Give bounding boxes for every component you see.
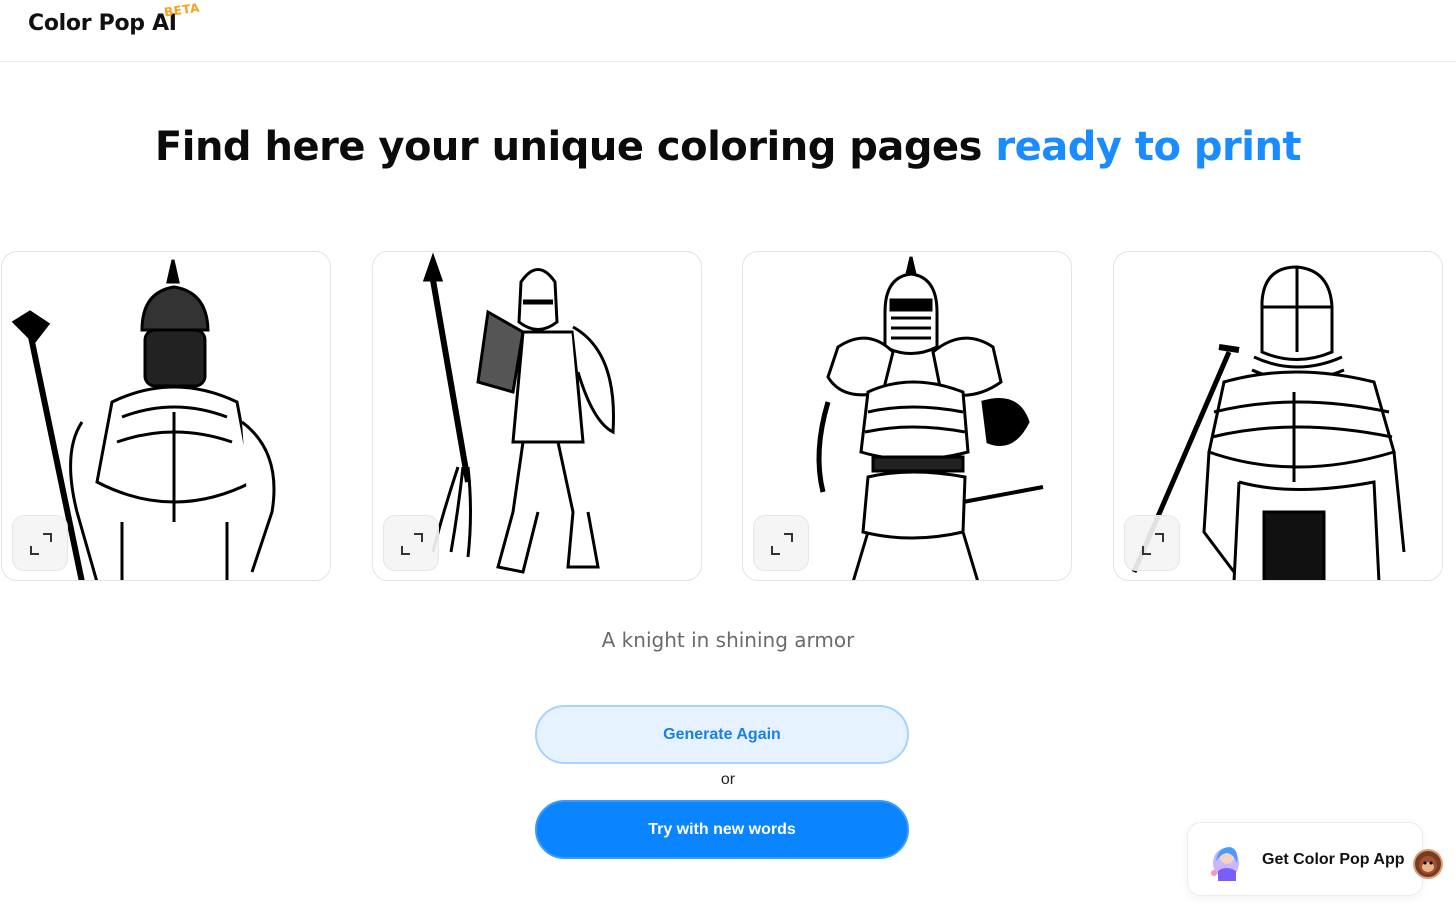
monkey-avatar-icon[interactable] — [1413, 849, 1443, 879]
expand-icon — [401, 533, 423, 555]
page-title: Find here your unique coloring pages rea… — [0, 124, 1456, 170]
get-app-label: Get Color Pop App — [1262, 851, 1405, 868]
coloring-page-card-1[interactable] — [1, 251, 331, 581]
expand-button[interactable] — [1124, 515, 1180, 571]
app-character-icon — [1211, 847, 1239, 881]
headline-accent: ready to print — [995, 124, 1302, 170]
logo[interactable]: Color Pop AI — [28, 11, 177, 36]
try-new-words-button[interactable]: Try with new words — [535, 800, 909, 859]
expand-button[interactable] — [383, 515, 439, 571]
coloring-page-card-3[interactable] — [742, 251, 1072, 581]
get-app-banner[interactable]: Get Color Pop App — [1187, 822, 1423, 896]
expand-icon — [1142, 533, 1164, 555]
coloring-page-card-2[interactable] — [372, 251, 702, 581]
expand-button[interactable] — [12, 515, 68, 571]
beta-badge: BETA — [163, 0, 201, 20]
generate-again-button[interactable]: Generate Again — [535, 705, 909, 764]
monkey-face-icon — [1419, 856, 1437, 874]
or-separator: or — [720, 771, 736, 788]
expand-icon — [771, 533, 793, 555]
top-bar: Color Pop AI BETA — [0, 0, 1456, 62]
prompt-text: A knight in shining armor — [601, 628, 855, 652]
expand-button[interactable] — [753, 515, 809, 571]
headline-main: Find here your unique coloring pages — [154, 124, 996, 170]
expand-icon — [30, 533, 52, 555]
coloring-page-card-4[interactable] — [1113, 251, 1443, 581]
